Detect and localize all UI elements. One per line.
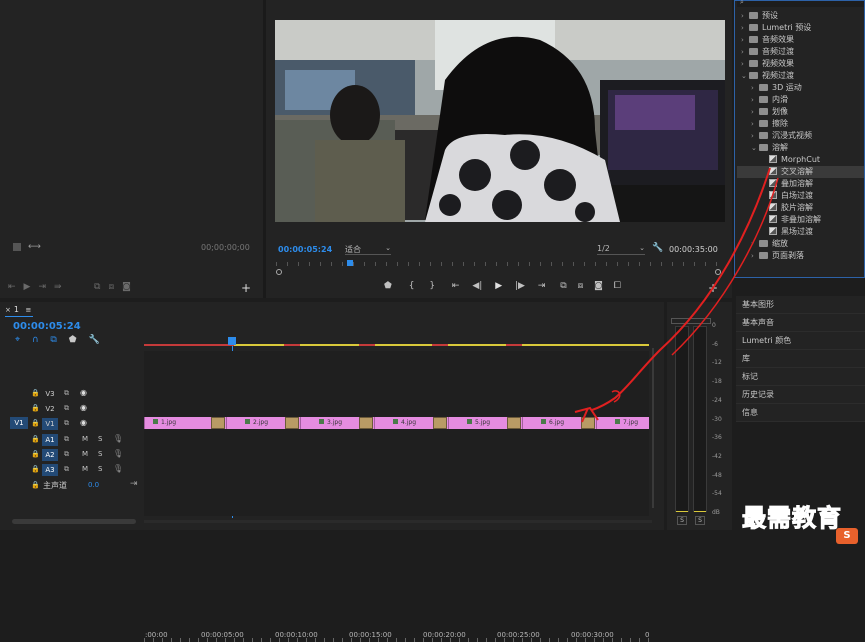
ruler-ticks bbox=[144, 638, 649, 642]
watermark: 最需教育 bbox=[742, 498, 842, 533]
sogou-logo: S bbox=[836, 528, 858, 544]
annotation-arrow bbox=[574, 167, 779, 423]
watermark-text: 最需教育 bbox=[742, 503, 842, 533]
annotation-stroke-2 bbox=[671, 177, 779, 356]
annotation-stroke bbox=[591, 167, 771, 411]
